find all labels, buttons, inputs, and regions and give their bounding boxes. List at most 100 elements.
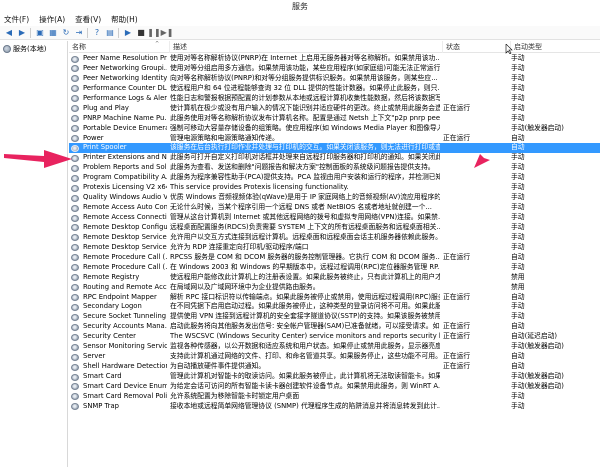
properties-icon[interactable]: ▤: [105, 28, 115, 38]
service-description: The WSCSVC (Windows Security Center) ser…: [170, 332, 440, 341]
toolbar-separator: [87, 27, 89, 38]
grid-icon[interactable]: ▦: [48, 28, 58, 38]
service-description: 优质 Windows 音频视频体验(qWave)是用于 IP 家庭网络上的音频视…: [170, 193, 440, 202]
service-row[interactable]: Protexis Licensing V2 x64 This service pr…: [69, 183, 600, 193]
service-row[interactable]: Secure Socket Tunneling ... 提供使用 VPN 连接到远…: [69, 312, 600, 322]
service-status: [443, 183, 503, 193]
service-description: 强制可移动大容量存储设备的组策略。使应用程序(如 Windows Media P…: [170, 123, 440, 132]
service-description: 管理从这台计算机到 Internet 或其他远程网络的拨号和虚拟专用网络(VPN…: [170, 213, 440, 221]
service-description: 远程桌面配置服务(RDCS)负责需要 SYSTEM 上下文的所有远程桌面服务和远…: [170, 222, 440, 231]
service-row[interactable]: Smart Card Removal Poli... 允许系统配置为移除智能卡时锁…: [69, 392, 600, 402]
menu-item[interactable]: 帮助(H): [111, 14, 138, 26]
service-row[interactable]: RPC Endpoint Mapper 解析 RPC 接口标识符以传输端点。如果此…: [69, 293, 600, 303]
service-row[interactable]: Remote Access Auto Con... 无论什么时候，当某个程序引用一…: [69, 203, 600, 213]
service-description: 此服务可打开自定义打印机对话框并处理来自远程打印服务器和打印机的通知。如果关闭此…: [170, 153, 440, 162]
service-startup-type: 手动: [511, 242, 525, 251]
service-row[interactable]: Sensor Monitoring Service 监视各种传感器，以公开数据和适…: [69, 342, 600, 352]
help-icon[interactable]: ?: [92, 28, 102, 38]
service-row[interactable]: Peer Networking Groupi... 使用对等分组启用多方通信。如果…: [69, 64, 600, 74]
service-row[interactable]: Shell Hardware Detection 为自动播放硬件事件提供通知。 正在…: [69, 362, 600, 372]
menu-item[interactable]: 文件(F): [4, 14, 29, 26]
service-status: 正在运行: [443, 103, 471, 112]
service-row[interactable]: Peer Name Resolution Pr... 使用对等名称解析协议(PNR…: [69, 54, 600, 64]
service-name: Shell Hardware Detection: [83, 362, 167, 371]
service-row[interactable]: Performance Counter DL... 使远程用户和 64 位进程能够…: [69, 84, 600, 94]
service-row[interactable]: Portable Device Enumera... 强制可移动大容量存储设备的组…: [69, 124, 600, 134]
service-status: [443, 94, 503, 104]
service-row[interactable]: Program Compatibility A... 此服务为程序兼容性助手(PC…: [69, 173, 600, 183]
service-row[interactable]: Plug and Play 使计算机在极少或没有用户输入的情况下能识别并适应硬件的…: [69, 104, 600, 114]
service-startup-type: 自动(延迟启动): [511, 332, 558, 341]
service-row[interactable]: Quality Windows Audio V... 优质 Windows 音频视…: [69, 193, 600, 203]
service-gear-icon: [71, 224, 79, 232]
service-name: Security Center: [83, 332, 136, 341]
service-gear-icon: [71, 274, 79, 282]
service-description: 使远程用户和 64 位进程能够查询 32 位 DLL 提供的性能计数器。如果停止…: [170, 83, 440, 92]
service-description: 使计算机在极少或没有用户输入的情况下能识别并适应硬件的更改。终止或禁用此服务会造…: [170, 103, 440, 112]
column-startup-type[interactable]: 启动类型: [511, 41, 600, 53]
column-status[interactable]: 状态: [443, 41, 511, 53]
service-startup-type: 手动: [511, 222, 525, 231]
service-status: [443, 273, 503, 283]
back-arrow-icon[interactable]: ◀: [4, 28, 14, 38]
service-row[interactable]: SNMP Trap 接收本地或远程简单网络管理协议 (SNMP) 代理程序生成的陷…: [69, 402, 600, 412]
console-tree-icon[interactable]: ▣: [35, 28, 45, 38]
service-name: Routing and Remote Acc...: [83, 282, 167, 291]
service-row[interactable]: Remote Registry 使远程用户能修改此计算机上的注册表设置。如果此服务…: [69, 273, 600, 283]
service-status: [443, 213, 503, 223]
service-row[interactable]: Print Spooler 该服务在后台执行打印作业并处理与打印机的交互。如果关闭…: [69, 143, 600, 154]
menu-item[interactable]: 操作(A): [39, 14, 65, 26]
service-row[interactable]: Routing and Remote Acc... 在局域网以及广域网环境中为企业…: [69, 283, 600, 293]
service-startup-type: 手动: [511, 312, 525, 321]
service-row[interactable]: Power 管理电源策略和电源策略通知传递。 正在运行 自动: [69, 134, 600, 144]
pointer-arrow-icon: [4, 150, 72, 168]
service-row[interactable]: Remote Desktop Services 允许用户以交互方式连接到远程计算机…: [69, 233, 600, 243]
service-gear-icon: [71, 353, 79, 361]
service-status: 正在运行: [443, 352, 471, 361]
service-row[interactable]: Remote Desktop Configu... 远程桌面配置服务(RDCS)负…: [69, 223, 600, 233]
service-row[interactable]: Smart Card Device Enum... 为给定会话可访问的所有智能卡读…: [69, 382, 600, 392]
refresh-icon[interactable]: ↻: [61, 28, 71, 38]
service-row[interactable]: Remote Procedure Call (... RPCSS 服务是 COM …: [69, 253, 600, 263]
service-gear-icon: [71, 115, 79, 123]
play-icon[interactable]: ▶: [123, 28, 133, 38]
service-row[interactable]: Performance Logs & Aler... 性能日志和警报根据预配置的计…: [69, 94, 600, 104]
stop-icon[interactable]: ■: [136, 28, 146, 38]
service-startup-type: 禁用: [511, 272, 525, 281]
service-row[interactable]: Secondary Logon 在不同凭据下启用启动过程。如果此服务被停止，这种类…: [69, 302, 600, 312]
service-gear-icon: [71, 184, 79, 192]
service-status: [443, 243, 503, 253]
service-row[interactable]: Server 支持此计算机通过网络的文件、打印、和命名管道共享。如果服务停止，这些…: [69, 352, 600, 362]
service-description: 允许为 RDP 连接重定向打印机/驱动程序/端口: [170, 242, 309, 251]
service-row[interactable]: Smart Card 管理此计算机对智能卡的取读访问。如果此服务被停止，此计算机将…: [69, 372, 600, 382]
service-row[interactable]: Printer Extensions and N... 此服务可打开自定义打印机对…: [69, 153, 600, 163]
service-gear-icon: [71, 323, 79, 331]
tree-item-services-local[interactable]: 服务(本地): [0, 44, 67, 54]
service-startup-type: 手动: [511, 262, 525, 271]
service-row[interactable]: Security Accounts Mana... 启动此服务将向其他服务发出信号…: [69, 322, 600, 332]
menu-item[interactable]: 查看(V): [75, 14, 101, 26]
service-startup-type: 自动: [511, 143, 525, 152]
service-row[interactable]: Remote Access Connecti... 管理从这台计算机到 Inter…: [69, 213, 600, 223]
pause-icon[interactable]: ❚❚: [147, 28, 160, 38]
service-gear-icon: [71, 373, 79, 381]
service-gear-icon: [71, 254, 79, 262]
service-status: [443, 302, 503, 312]
service-row[interactable]: PNRP Machine Name Pu... 此服务使用对等名称解析协议发布计算…: [69, 114, 600, 124]
service-row[interactable]: Security Center The WSCSVC (Windows Secur…: [69, 332, 600, 342]
service-row[interactable]: Remote Desktop Services...允许为 RDP 连接重定向打…: [69, 243, 600, 253]
service-status: 正在运行: [443, 292, 471, 301]
service-name: Secure Socket Tunneling ...: [83, 312, 167, 321]
column-description[interactable]: 描述: [170, 41, 443, 53]
service-name: Remote Registry: [83, 272, 140, 281]
service-row[interactable]: Problem Reports and Sol... 此服务为查看、发送和删除"问…: [69, 163, 600, 173]
export-icon[interactable]: ⇥: [74, 28, 84, 38]
restart-icon[interactable]: ▶❚: [161, 28, 174, 38]
service-row[interactable]: Peer Networking Identity... 向对等名称解析协议(PNR…: [69, 74, 600, 84]
service-row[interactable]: Remote Procedure Call (... 在 Windows 2003…: [69, 263, 600, 273]
forward-arrow-icon[interactable]: ▶: [17, 28, 27, 38]
service-startup-type: 手动: [511, 302, 525, 311]
service-description: RPCSS 服务是 COM 和 DCOM 服务器的服务控制管理器。它执行 COM…: [170, 252, 440, 261]
service-description: 解析 RPC 接口标识符以传输端点。如果此服务被停止或禁用，使用远程过程调用(R…: [170, 292, 440, 301]
service-startup-type: 手动(触发器启动): [511, 342, 564, 351]
